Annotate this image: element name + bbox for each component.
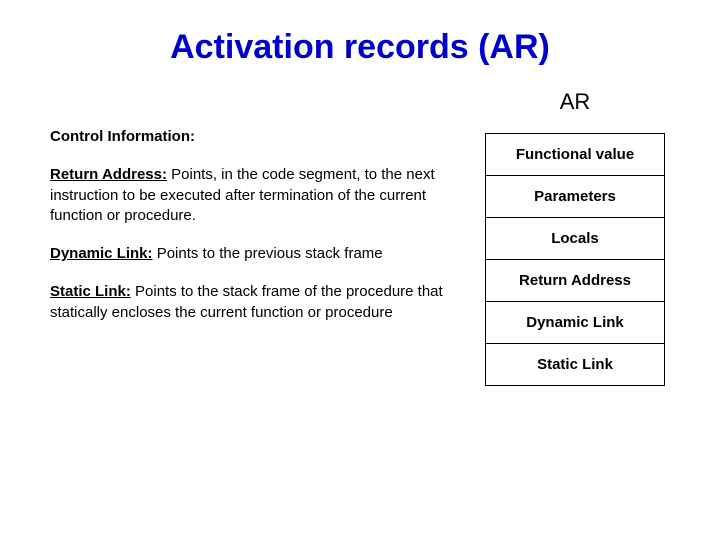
slide: Activation records (AR) Control Informat…: [0, 0, 720, 540]
left-column: Control Information: Return Address: Poi…: [50, 127, 450, 386]
section-heading: Control Information:: [50, 127, 450, 147]
page-title: Activation records (AR): [50, 28, 670, 67]
ar-label: AR: [560, 89, 591, 115]
ar-stack: Functional value Parameters Locals Retur…: [485, 133, 665, 386]
stack-cell-dynamic-link: Dynamic Link: [486, 302, 664, 344]
term-return-address: Return Address:: [50, 166, 167, 183]
stack-cell-functional-value: Functional value: [486, 134, 664, 176]
paragraph-static-link: Static Link: Points to the stack frame o…: [50, 282, 450, 323]
stack-cell-static-link: Static Link: [486, 344, 664, 385]
stack-cell-parameters: Parameters: [486, 176, 664, 218]
text-dynamic-link: Points to the previous stack frame: [153, 245, 383, 262]
term-dynamic-link: Dynamic Link:: [50, 245, 153, 262]
term-static-link: Static Link:: [50, 283, 131, 300]
content-area: Control Information: Return Address: Poi…: [50, 127, 670, 386]
stack-cell-return-address: Return Address: [486, 260, 664, 302]
stack-cell-locals: Locals: [486, 218, 664, 260]
paragraph-return-address: Return Address: Points, in the code segm…: [50, 165, 450, 226]
right-column: AR Functional value Parameters Locals Re…: [480, 127, 670, 386]
paragraph-dynamic-link: Dynamic Link: Points to the previous sta…: [50, 244, 450, 264]
